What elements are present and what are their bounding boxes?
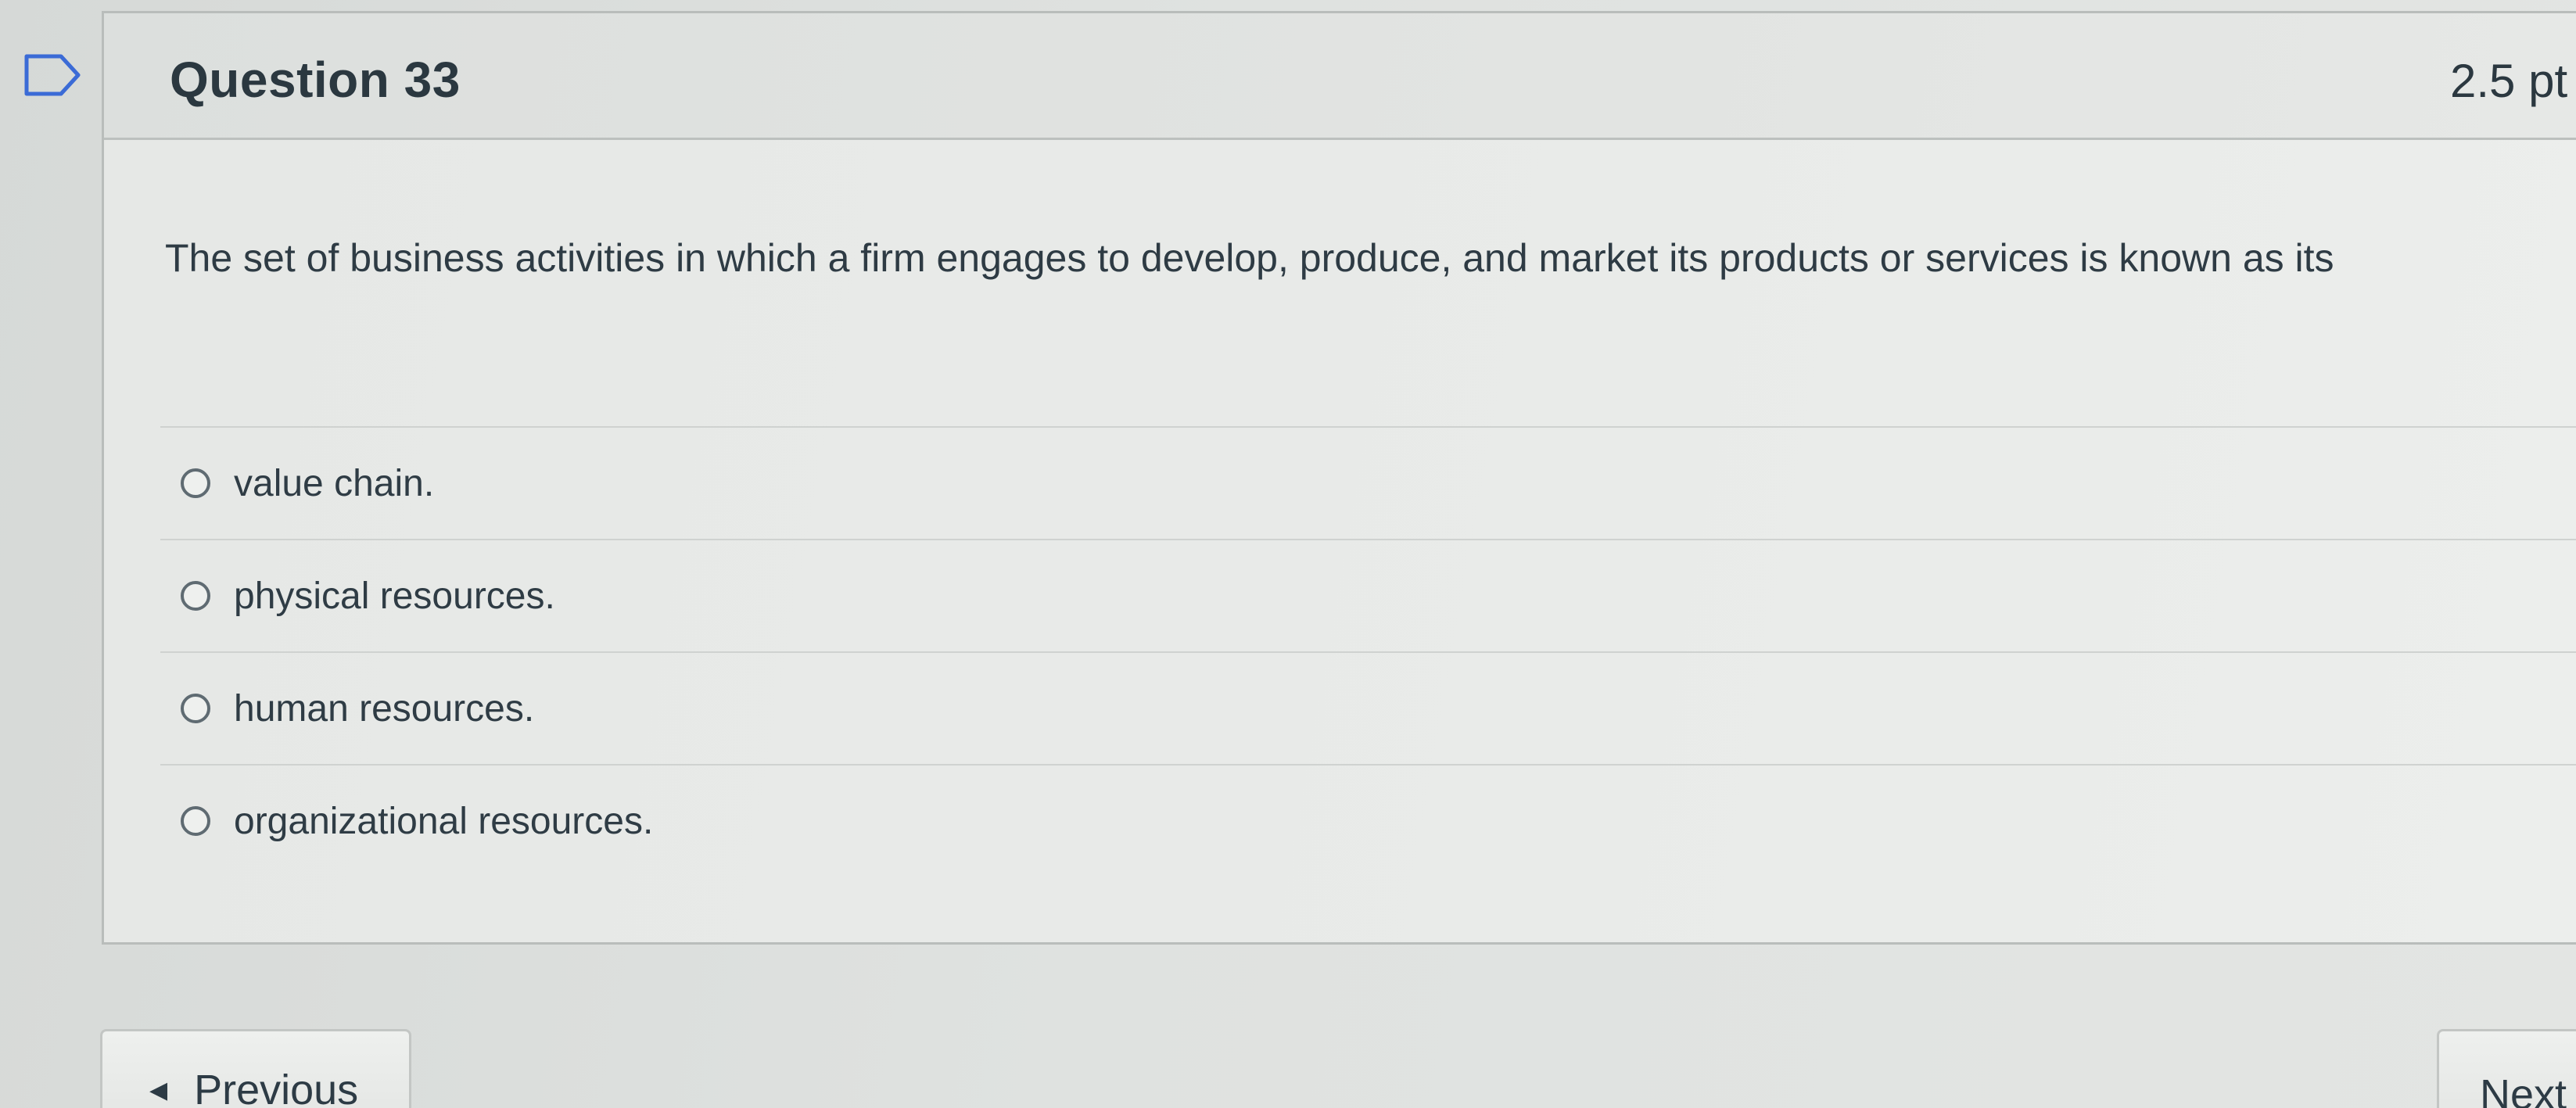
answer-option[interactable]: organizational resources. — [160, 764, 2576, 877]
answer-option[interactable]: physical resources. — [160, 539, 2576, 651]
question-text: The set of business activities in which … — [165, 236, 2334, 280]
previous-button[interactable]: ◀ Previous — [100, 1029, 411, 1108]
question-points: 2.5 pt — [2450, 55, 2568, 107]
answer-label[interactable]: organizational resources. — [234, 800, 653, 843]
quiz-page: Question 33 2.5 pt The set of business a… — [0, 0, 2576, 1108]
answer-label[interactable]: human resources. — [234, 687, 534, 730]
question-card: Question 33 2.5 pt The set of business a… — [102, 11, 2576, 945]
answer-label[interactable]: physical resources. — [234, 575, 555, 618]
next-label: Next — [2480, 1071, 2567, 1108]
caret-left-icon: ◀ — [149, 1078, 168, 1103]
answer-option[interactable]: human resources. — [160, 651, 2576, 764]
flag-icon[interactable] — [23, 53, 81, 97]
previous-label: Previous — [194, 1067, 359, 1108]
answer-list: value chain. physical resources. human r… — [160, 426, 2576, 877]
question-header: Question 33 2.5 pt — [104, 13, 2576, 140]
radio-button[interactable] — [181, 468, 210, 498]
next-button[interactable]: Next — [2437, 1029, 2576, 1108]
radio-button[interactable] — [181, 806, 210, 836]
question-title: Question 33 — [170, 52, 461, 108]
answer-option[interactable]: value chain. — [160, 426, 2576, 539]
radio-button[interactable] — [181, 581, 210, 611]
answer-label[interactable]: value chain. — [234, 462, 434, 505]
radio-button[interactable] — [181, 694, 210, 723]
